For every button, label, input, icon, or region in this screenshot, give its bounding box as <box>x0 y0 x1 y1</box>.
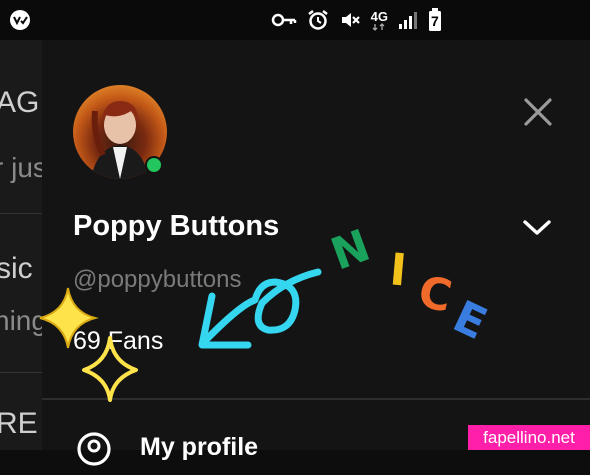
chevron-down-icon <box>523 220 551 235</box>
battery-icon: 7 <box>428 8 442 32</box>
alarm-icon <box>307 9 329 31</box>
divider <box>0 372 42 373</box>
profile-handle: @poppybuttons <box>73 266 242 293</box>
background-item-subtitle: r jus <box>0 152 42 183</box>
user-circle-icon <box>77 432 111 466</box>
close-icon <box>524 98 552 126</box>
status-bar: 4G 7 <box>0 0 590 40</box>
background-item-subtitle: ning <box>0 305 42 336</box>
menu-item-label: My profile <box>140 433 259 461</box>
divider <box>0 213 42 214</box>
watermark: fapellino.net <box>468 425 590 450</box>
background-item-title: sic <box>0 252 33 285</box>
notification-app-icon <box>8 8 32 32</box>
battery-label: 7 <box>431 13 439 29</box>
background-item-title: AG <box>0 86 40 119</box>
status-icons: 4G 7 <box>271 8 442 32</box>
background-list: AG r jus sic ning RE <box>0 40 42 450</box>
fans-count[interactable]: 69 Fans <box>73 327 163 356</box>
account-switch-button[interactable] <box>520 212 554 242</box>
close-button[interactable] <box>518 92 558 132</box>
background-item-title: RE <box>0 407 38 440</box>
network-icon: 4G <box>371 10 388 31</box>
signal-icon <box>398 10 418 30</box>
menu-divider <box>42 398 590 400</box>
mute-icon <box>339 9 361 31</box>
key-icon <box>271 12 297 28</box>
network-label: 4G <box>370 8 388 24</box>
online-status-indicator <box>145 156 163 174</box>
profile-name: Poppy Buttons <box>73 210 280 242</box>
account-drawer: Poppy Buttons @poppybuttons 69 Fans My p… <box>42 40 590 466</box>
